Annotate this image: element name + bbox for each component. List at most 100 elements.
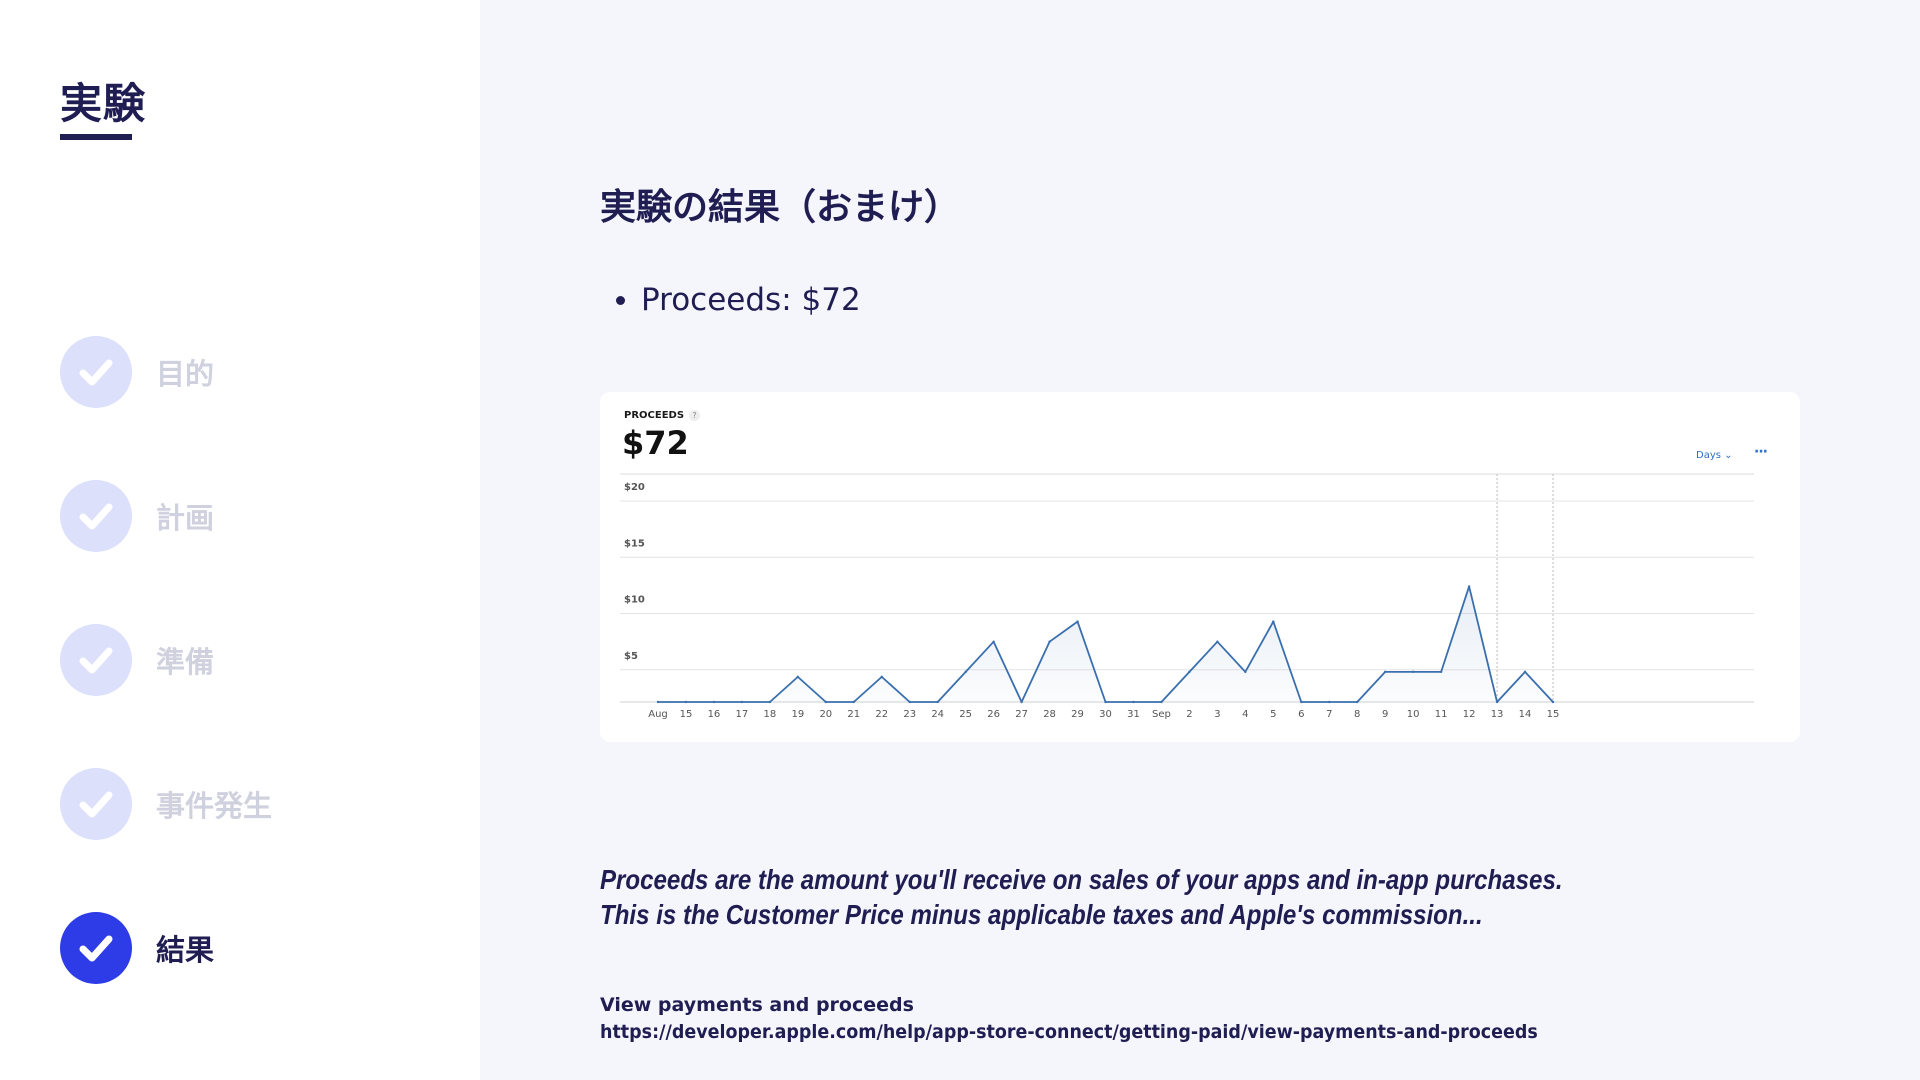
proceeds-chart: $20$15$10$5 Aug 15 16 17 18 19 20 21 22 23 24 25 26 2… xyxy=(620,473,1754,720)
y-tick-label: $5 xyxy=(624,651,638,662)
sidebar: 実験 目的 計画 準備 事件発生 結果 xyxy=(0,0,480,1080)
x-tick-label: 30 xyxy=(1099,709,1112,720)
x-tick-label: 27 xyxy=(1015,709,1028,720)
x-tick-label: 14 xyxy=(1519,709,1532,720)
data-point xyxy=(740,700,744,704)
data-point xyxy=(1272,620,1275,623)
data-point xyxy=(880,675,883,679)
proceeds-chart-card: PROCEEDS ? $72 Days ⌄ ··· $20 $15 $10 $5 Au… xyxy=(600,392,1800,742)
data-point xyxy=(768,700,772,704)
step-result[interactable]: 結果 xyxy=(60,912,214,984)
data-point xyxy=(824,700,828,704)
data-point xyxy=(1244,670,1247,674)
x-tick-label: 25 xyxy=(959,709,972,720)
source-title: View payments and proceeds xyxy=(600,994,914,1016)
quote-line: This is the Customer Price minus applica… xyxy=(600,899,1483,930)
x-tick-label: 15 xyxy=(680,709,693,720)
data-point xyxy=(1160,700,1163,704)
bullet-item: Proceeds: $72 xyxy=(616,282,861,318)
step-label: 計画 xyxy=(156,501,215,535)
check-icon xyxy=(60,624,132,696)
data-point xyxy=(1132,700,1135,704)
x-tick-label: 11 xyxy=(1435,709,1448,720)
data-point xyxy=(1439,670,1443,674)
x-tick-label: Sep xyxy=(1152,709,1171,720)
sidebar-title: 実験 xyxy=(60,79,147,128)
x-tick-label: 3 xyxy=(1214,709,1220,720)
check-icon xyxy=(60,336,132,408)
data-point xyxy=(796,675,800,679)
area-fill xyxy=(658,586,1553,702)
quote-line: Proceeds are the amount you'll receive o… xyxy=(600,864,1563,895)
x-tick-label: 29 xyxy=(1071,709,1084,720)
data-point xyxy=(1523,670,1527,674)
x-tick-label: 6 xyxy=(1298,709,1304,720)
data-point xyxy=(908,700,911,704)
check-icon xyxy=(60,768,132,840)
x-tick-label: 12 xyxy=(1463,709,1476,720)
data-point xyxy=(1551,700,1555,704)
data-point xyxy=(656,700,660,704)
check-icon xyxy=(60,480,132,552)
data-point xyxy=(1467,585,1471,588)
page-title: 実験の結果（おまけ） xyxy=(600,187,961,228)
x-tick-label: 16 xyxy=(708,709,721,720)
step-preparation[interactable]: 準備 xyxy=(60,624,214,696)
bullet-dot xyxy=(616,295,625,305)
data-point xyxy=(1020,700,1023,704)
proceeds-definition-quote: Proceeds are the amount you'll receive o… xyxy=(600,862,1563,932)
data-point xyxy=(712,700,716,704)
x-tick-label: 22 xyxy=(875,709,888,720)
data-point xyxy=(1411,670,1415,674)
x-tick-label: 18 xyxy=(764,709,777,720)
x-tick-label: 28 xyxy=(1043,709,1056,720)
data-point xyxy=(964,670,967,674)
data-point xyxy=(1328,700,1331,704)
x-tick-label: 10 xyxy=(1407,709,1420,720)
step-purpose[interactable]: 目的 xyxy=(60,336,214,408)
y-tick-label: $20 xyxy=(624,482,645,493)
step-label: 準備 xyxy=(156,645,215,679)
x-tick-label: 2 xyxy=(1186,709,1192,720)
x-tick-label: 17 xyxy=(736,709,749,720)
data-point xyxy=(1048,640,1051,643)
x-tick-label: 21 xyxy=(847,709,860,720)
step-label: 事件発生 xyxy=(156,789,273,823)
data-point xyxy=(1076,620,1079,623)
y-tick-label: $10 xyxy=(624,595,645,606)
x-tick-label: 23 xyxy=(903,709,916,720)
data-point xyxy=(1300,700,1303,704)
x-tick-label: Aug xyxy=(648,709,668,720)
step-plan[interactable]: 計画 xyxy=(60,480,214,552)
check-icon xyxy=(60,912,132,984)
x-tick-label: 8 xyxy=(1354,709,1360,720)
x-tick-label: 20 xyxy=(819,709,832,720)
x-tick-label: 19 xyxy=(791,709,804,720)
source-link[interactable]: https://developer.apple.com/help/app-sto… xyxy=(600,1021,1538,1043)
data-point xyxy=(684,700,688,704)
step-incident[interactable]: 事件発生 xyxy=(60,768,272,840)
data-point xyxy=(1188,670,1191,674)
x-tick-label: 4 xyxy=(1242,709,1248,720)
title-underline xyxy=(60,134,132,140)
x-tick-label: 7 xyxy=(1326,709,1332,720)
x-tick-label: 24 xyxy=(931,709,944,720)
y-tick-label: $15 xyxy=(624,538,645,549)
x-tick-label: 26 xyxy=(987,709,1000,720)
data-point xyxy=(852,700,855,704)
x-tick-label: 9 xyxy=(1382,709,1388,720)
bullet-text: Proceeds: $72 xyxy=(641,282,861,318)
data-point xyxy=(1356,700,1359,704)
data-point xyxy=(936,700,939,704)
data-point xyxy=(1495,700,1499,704)
x-tick-label: 13 xyxy=(1491,709,1504,720)
x-tick-label: 31 xyxy=(1127,709,1140,720)
data-point xyxy=(1383,670,1387,674)
x-tick-label: 5 xyxy=(1270,709,1276,720)
data-point xyxy=(1104,700,1107,704)
data-point xyxy=(1216,640,1219,643)
step-label: 結果 xyxy=(156,933,215,967)
step-label: 目的 xyxy=(156,357,215,391)
data-point xyxy=(992,640,995,643)
x-tick-label: 15 xyxy=(1547,709,1560,720)
